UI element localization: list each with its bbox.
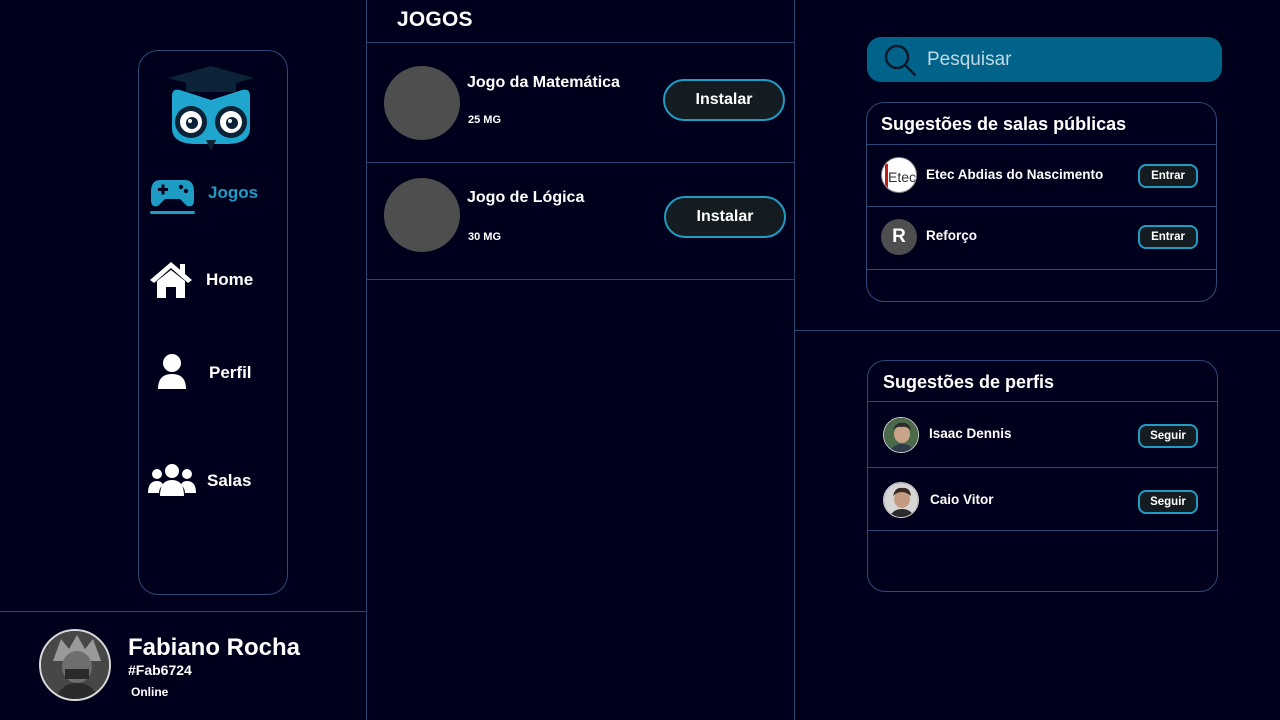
profile-divider xyxy=(0,611,366,612)
row-divider xyxy=(867,144,1216,145)
nav-active-indicator xyxy=(150,211,195,214)
svg-text:Etec: Etec xyxy=(888,169,916,185)
search-icon xyxy=(884,44,917,77)
owl-logo xyxy=(168,66,254,151)
row-divider xyxy=(867,269,1216,270)
follow-button[interactable]: Seguir xyxy=(1138,424,1198,448)
nav-label-jogos: Jogos xyxy=(208,183,259,202)
game-row-divider xyxy=(367,162,794,163)
row-divider xyxy=(868,467,1217,468)
page-title: JOGOS xyxy=(397,8,473,31)
game-thumbnail xyxy=(384,66,460,140)
user-icon xyxy=(158,354,186,389)
room-name: Reforço xyxy=(926,228,978,243)
follow-button[interactable]: Seguir xyxy=(1138,490,1198,514)
nav-item-perfil[interactable]: Perfil xyxy=(158,353,268,391)
game-thumbnail xyxy=(384,178,460,252)
game-size: 30 MG xyxy=(468,231,502,243)
row-divider xyxy=(868,530,1217,531)
profile-avatar xyxy=(883,482,919,518)
row-divider xyxy=(868,401,1217,402)
rooms-title: Sugestões de salas públicas xyxy=(881,114,1127,134)
user-avatar-image xyxy=(41,631,109,699)
room-avatar-letter: R xyxy=(892,226,906,247)
group-icon xyxy=(148,464,196,496)
join-button[interactable]: Entrar xyxy=(1138,164,1198,188)
room-avatar: Etec xyxy=(881,157,917,193)
right-section-divider xyxy=(795,330,1280,331)
nav-label-home: Home xyxy=(206,270,254,289)
game-row-divider xyxy=(367,279,794,280)
install-button[interactable]: Instalar xyxy=(664,196,786,238)
room-name: Etec Abdias do Nascimento xyxy=(926,167,1104,182)
game-size: 25 MG xyxy=(468,114,502,126)
games-header-divider xyxy=(367,42,794,43)
search-bar[interactable] xyxy=(867,37,1222,82)
install-button[interactable]: Instalar xyxy=(663,79,785,121)
nav-item-jogos[interactable]: Jogos xyxy=(150,176,270,212)
profile-tag: #Fab6724 xyxy=(128,662,192,678)
game-name: Jogo da Matemática xyxy=(467,74,620,91)
nav-label-salas: Salas xyxy=(207,471,252,490)
profiles-title: Sugestões de perfis xyxy=(883,372,1055,392)
search-input[interactable] xyxy=(927,45,1207,75)
nav-item-home[interactable]: Home xyxy=(148,260,268,300)
user-avatar[interactable] xyxy=(39,629,111,701)
room-avatar: R xyxy=(881,219,917,255)
profile-name-suggestion: Caio Vitor xyxy=(930,492,994,507)
left-divider xyxy=(366,0,367,720)
row-divider xyxy=(867,206,1216,207)
profile-name-suggestion: Isaac Dennis xyxy=(929,426,1012,441)
profiles-suggestions-card xyxy=(867,360,1218,592)
profile-name: Fabiano Rocha xyxy=(128,634,301,661)
nav-item-salas[interactable]: Salas xyxy=(148,463,268,497)
right-divider xyxy=(794,0,795,720)
game-name: Jogo de Lógica xyxy=(467,189,585,206)
profile-status: Online xyxy=(131,685,169,699)
home-icon xyxy=(150,262,192,298)
nav-label-perfil: Perfil xyxy=(209,363,252,382)
gamepad-icon xyxy=(151,180,194,207)
join-button[interactable]: Entrar xyxy=(1138,225,1198,249)
profile-avatar xyxy=(883,417,919,453)
